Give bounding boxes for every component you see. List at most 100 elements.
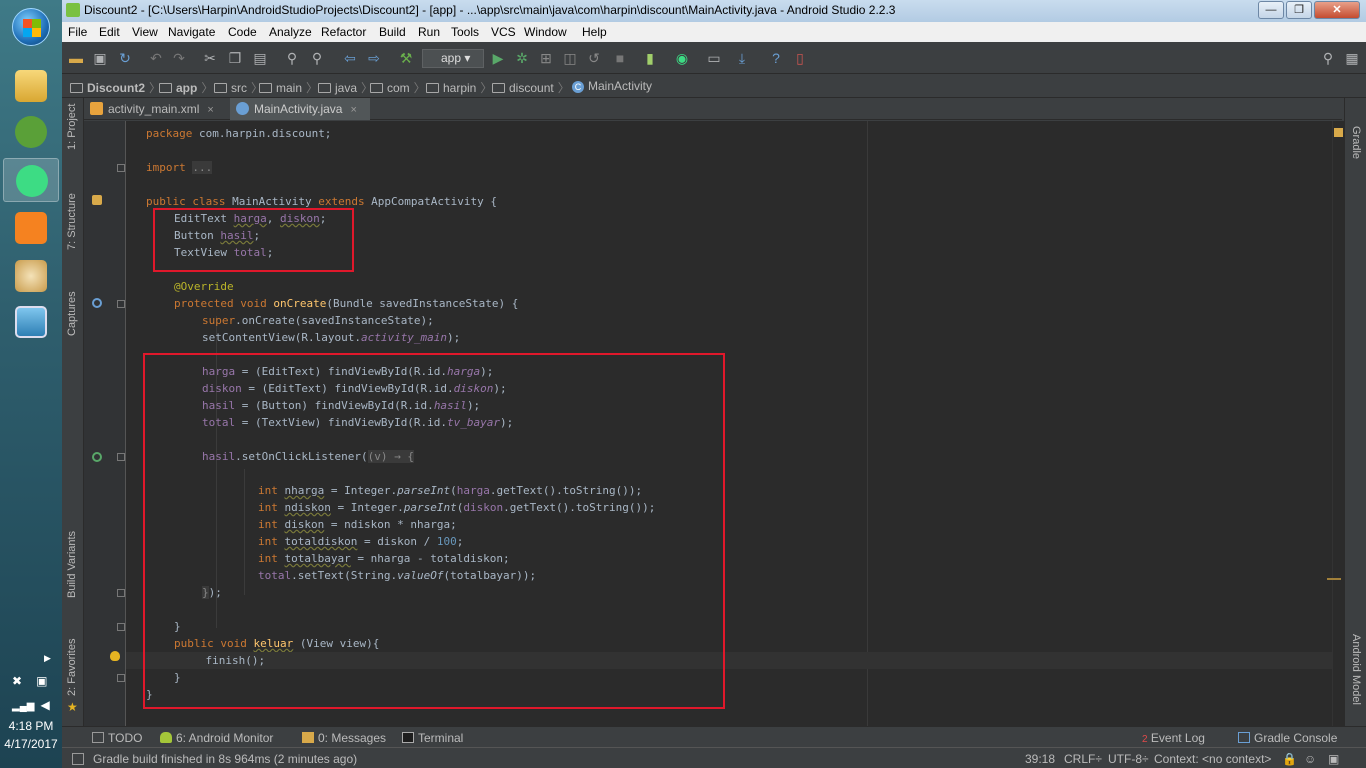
tool-messages[interactable]: 0: Messages xyxy=(302,731,386,745)
code-editor[interactable]: package com.harpin.discount; import ... … xyxy=(84,121,1344,726)
tray-icons-row1[interactable]: ✖ ▣ xyxy=(6,674,56,692)
menu-help[interactable]: Help xyxy=(582,25,607,39)
line-separator[interactable]: CRLF÷ xyxy=(1064,752,1102,766)
taskbar-paint[interactable] xyxy=(3,254,59,298)
tool-gradle-console[interactable]: Gradle Console xyxy=(1238,731,1337,745)
back-icon[interactable]: ⇦ xyxy=(342,50,358,66)
fold-toggle[interactable] xyxy=(117,623,125,631)
open-folder-icon[interactable]: ▬ xyxy=(68,50,84,66)
debug-icon[interactable]: ✲ xyxy=(514,50,530,66)
lambda-icon[interactable] xyxy=(92,452,102,462)
tool-project[interactable]: 1: Project xyxy=(66,104,78,150)
help-icon[interactable]: ? xyxy=(768,50,784,66)
crumb-app[interactable]: app 〉 xyxy=(159,79,213,96)
file-encoding[interactable]: UTF-8÷ xyxy=(1108,752,1149,766)
crumb-java[interactable]: java 〉 xyxy=(318,79,373,96)
tool-event-log[interactable]: 2 Event Log xyxy=(1142,731,1205,745)
error-stripe[interactable] xyxy=(1327,121,1344,726)
crumb-mainactivity[interactable]: C MainActivity xyxy=(572,79,652,93)
crumb-discount[interactable]: discount 〉 xyxy=(492,79,570,96)
make-project-icon[interactable]: ⚒ xyxy=(398,50,414,66)
crumb-main[interactable]: main 〉 xyxy=(259,79,318,96)
android-device-monitor-icon[interactable]: ▯ xyxy=(792,50,808,66)
fold-toggle[interactable] xyxy=(117,300,125,308)
sync-gradle-icon[interactable]: ◉ xyxy=(674,50,690,66)
project-structure-icon[interactable]: ▭ xyxy=(706,50,722,66)
crumb-com[interactable]: com 〉 xyxy=(370,79,426,96)
sync-icon[interactable]: ↻ xyxy=(117,50,133,66)
menu-file[interactable]: File xyxy=(68,25,87,39)
search-icon[interactable]: ⚲ xyxy=(1320,50,1336,66)
taskbar-qgis[interactable] xyxy=(3,110,59,154)
tool-todo[interactable]: TODO xyxy=(92,731,142,745)
taskbar-photo-viewer[interactable] xyxy=(3,300,59,344)
taskbar-uc-browser[interactable] xyxy=(3,206,59,250)
menu-edit[interactable]: Edit xyxy=(99,25,120,39)
forward-icon[interactable]: ⇨ xyxy=(366,50,382,66)
tool-favorites[interactable]: 2: Favorites xyxy=(66,639,78,696)
fold-toggle[interactable] xyxy=(117,164,125,172)
tool-structure[interactable]: 7: Structure xyxy=(66,193,78,250)
redo-icon[interactable]: ↷ xyxy=(171,50,187,66)
undo-icon[interactable]: ↶ xyxy=(148,50,164,66)
crumb-project[interactable]: Discount2 〉 xyxy=(70,79,161,96)
crumb-src[interactable]: src 〉 xyxy=(214,79,263,96)
warning-indicator-icon[interactable] xyxy=(1334,128,1343,137)
cut-icon[interactable]: ✂ xyxy=(202,50,218,66)
tray-icons-row2[interactable]: ▂▄▆ ◀ xyxy=(6,698,56,716)
menu-navigate[interactable]: Navigate xyxy=(168,25,215,39)
stop-icon[interactable]: ■ xyxy=(612,50,628,66)
tray-expand-icon[interactable]: ▶ xyxy=(6,650,56,668)
menu-tools[interactable]: Tools xyxy=(451,25,479,39)
status-message[interactable]: Gradle build finished in 8s 964ms (2 min… xyxy=(93,752,357,766)
tab-close-icon[interactable]: × xyxy=(350,104,356,116)
caret-position[interactable]: 39:18 xyxy=(1025,752,1055,766)
start-button[interactable] xyxy=(12,8,50,46)
menu-analyze[interactable]: Analyze xyxy=(269,25,312,39)
close-button[interactable]: ✕ xyxy=(1314,1,1360,19)
run-config-select[interactable]: app ▾ xyxy=(422,49,484,68)
toggle-tool-windows-icon[interactable] xyxy=(72,753,84,765)
menu-view[interactable]: View xyxy=(132,25,158,39)
tool-android-monitor[interactable]: 6: Android Monitor xyxy=(160,731,273,745)
save-icon[interactable]: ▣ xyxy=(92,50,108,66)
fold-toggle[interactable] xyxy=(117,589,125,597)
coverage-icon[interactable]: ◫ xyxy=(562,50,578,66)
tab-activity-main-xml[interactable]: activity_main.xml × xyxy=(84,98,228,120)
fold-toggle[interactable] xyxy=(117,674,125,682)
crumb-harpin[interactable]: harpin 〉 xyxy=(426,79,492,96)
tool-captures[interactable]: Captures xyxy=(66,291,78,336)
paste-icon[interactable]: ▤ xyxy=(252,50,268,66)
menu-vcs[interactable]: VCS xyxy=(491,25,516,39)
menu-code[interactable]: Code xyxy=(228,25,257,39)
minimize-button[interactable]: — xyxy=(1258,1,1284,19)
override-icon[interactable] xyxy=(92,298,102,308)
lightbulb-icon[interactable] xyxy=(110,651,120,661)
find-icon[interactable]: ⚲ xyxy=(284,50,300,66)
tab-close-icon[interactable]: × xyxy=(207,104,213,116)
taskbar-android-studio[interactable] xyxy=(3,158,59,202)
tool-android-model[interactable]: Android Model xyxy=(1350,634,1362,705)
apply-changes-icon[interactable]: ↺ xyxy=(586,50,602,66)
menu-build[interactable]: Build xyxy=(379,25,406,39)
fold-toggle[interactable] xyxy=(117,453,125,461)
menu-run[interactable]: Run xyxy=(418,25,440,39)
inspection-icon[interactable]: ☺ xyxy=(1304,752,1316,766)
taskbar-explorer[interactable] xyxy=(3,64,59,108)
tool-build-variants[interactable]: Build Variants xyxy=(66,531,78,598)
layout-icon[interactable]: ▦ xyxy=(1344,50,1360,66)
tool-gradle[interactable]: Gradle xyxy=(1350,126,1362,159)
menu-refactor[interactable]: Refactor xyxy=(321,25,366,39)
notifications-icon[interactable]: ▣ xyxy=(1328,752,1339,766)
tool-terminal[interactable]: Terminal xyxy=(402,731,463,745)
lock-icon[interactable]: 🔒 xyxy=(1282,752,1297,766)
context-indicator[interactable]: Context: <no context> xyxy=(1154,752,1271,766)
sdk-manager-icon[interactable]: ⤓ xyxy=(734,50,750,66)
clock-date[interactable]: 4/17/2017 xyxy=(0,737,62,751)
run-icon[interactable]: ▶ xyxy=(490,50,506,66)
attach-debugger-icon[interactable]: ⊞ xyxy=(538,50,554,66)
menu-window[interactable]: Window xyxy=(524,25,567,39)
copy-icon[interactable]: ❐ xyxy=(227,50,243,66)
avd-manager-icon[interactable]: ▮ xyxy=(642,50,658,66)
code-area[interactable]: package com.harpin.discount; import ... … xyxy=(126,121,1334,726)
